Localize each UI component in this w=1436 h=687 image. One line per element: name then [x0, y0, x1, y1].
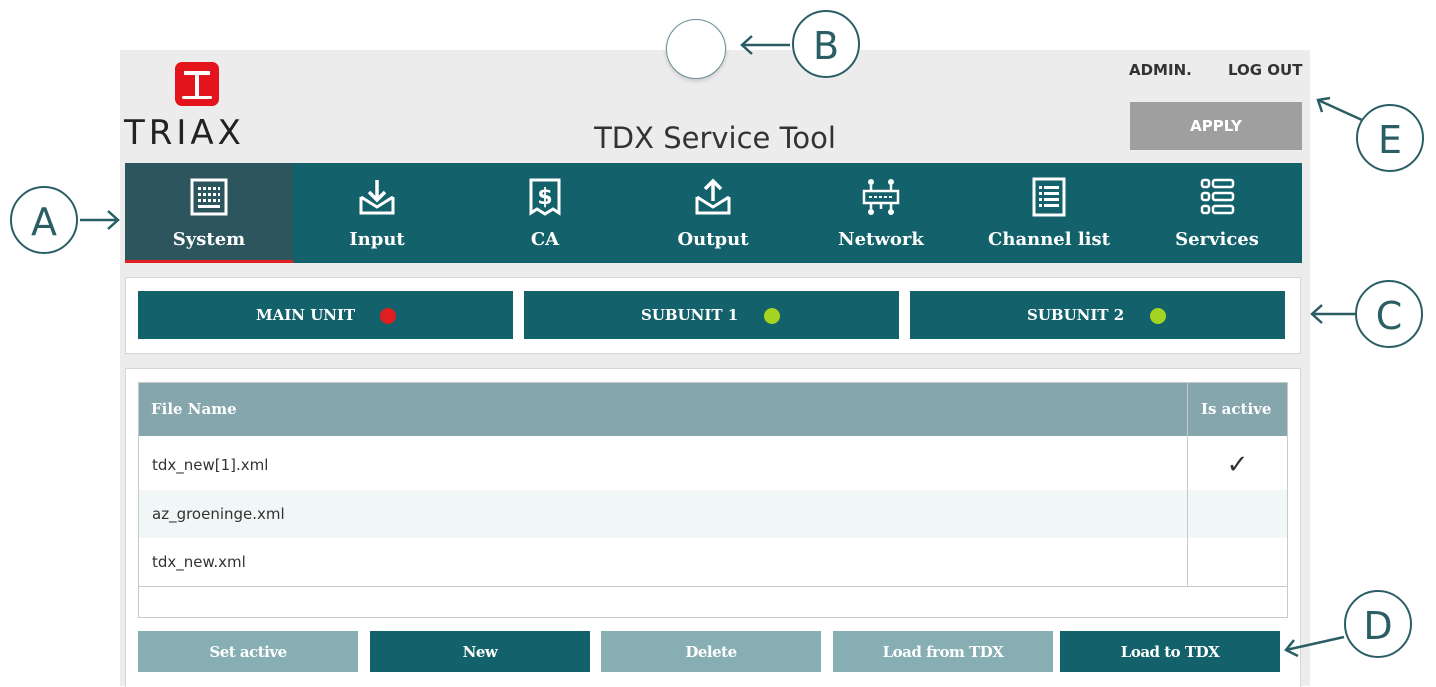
callout-arrows	[80, 35, 1363, 658]
arrow-e	[1316, 96, 1363, 122]
arrow-b	[740, 35, 790, 55]
callout-e: E	[1356, 104, 1424, 172]
arrow-d	[1284, 635, 1345, 658]
callout-a: A	[10, 186, 78, 254]
callout-d: D	[1344, 590, 1412, 658]
arrow-a	[80, 210, 120, 230]
arrow-c	[1310, 304, 1356, 324]
callout-b: B	[792, 10, 860, 78]
callout-c: C	[1355, 280, 1423, 348]
